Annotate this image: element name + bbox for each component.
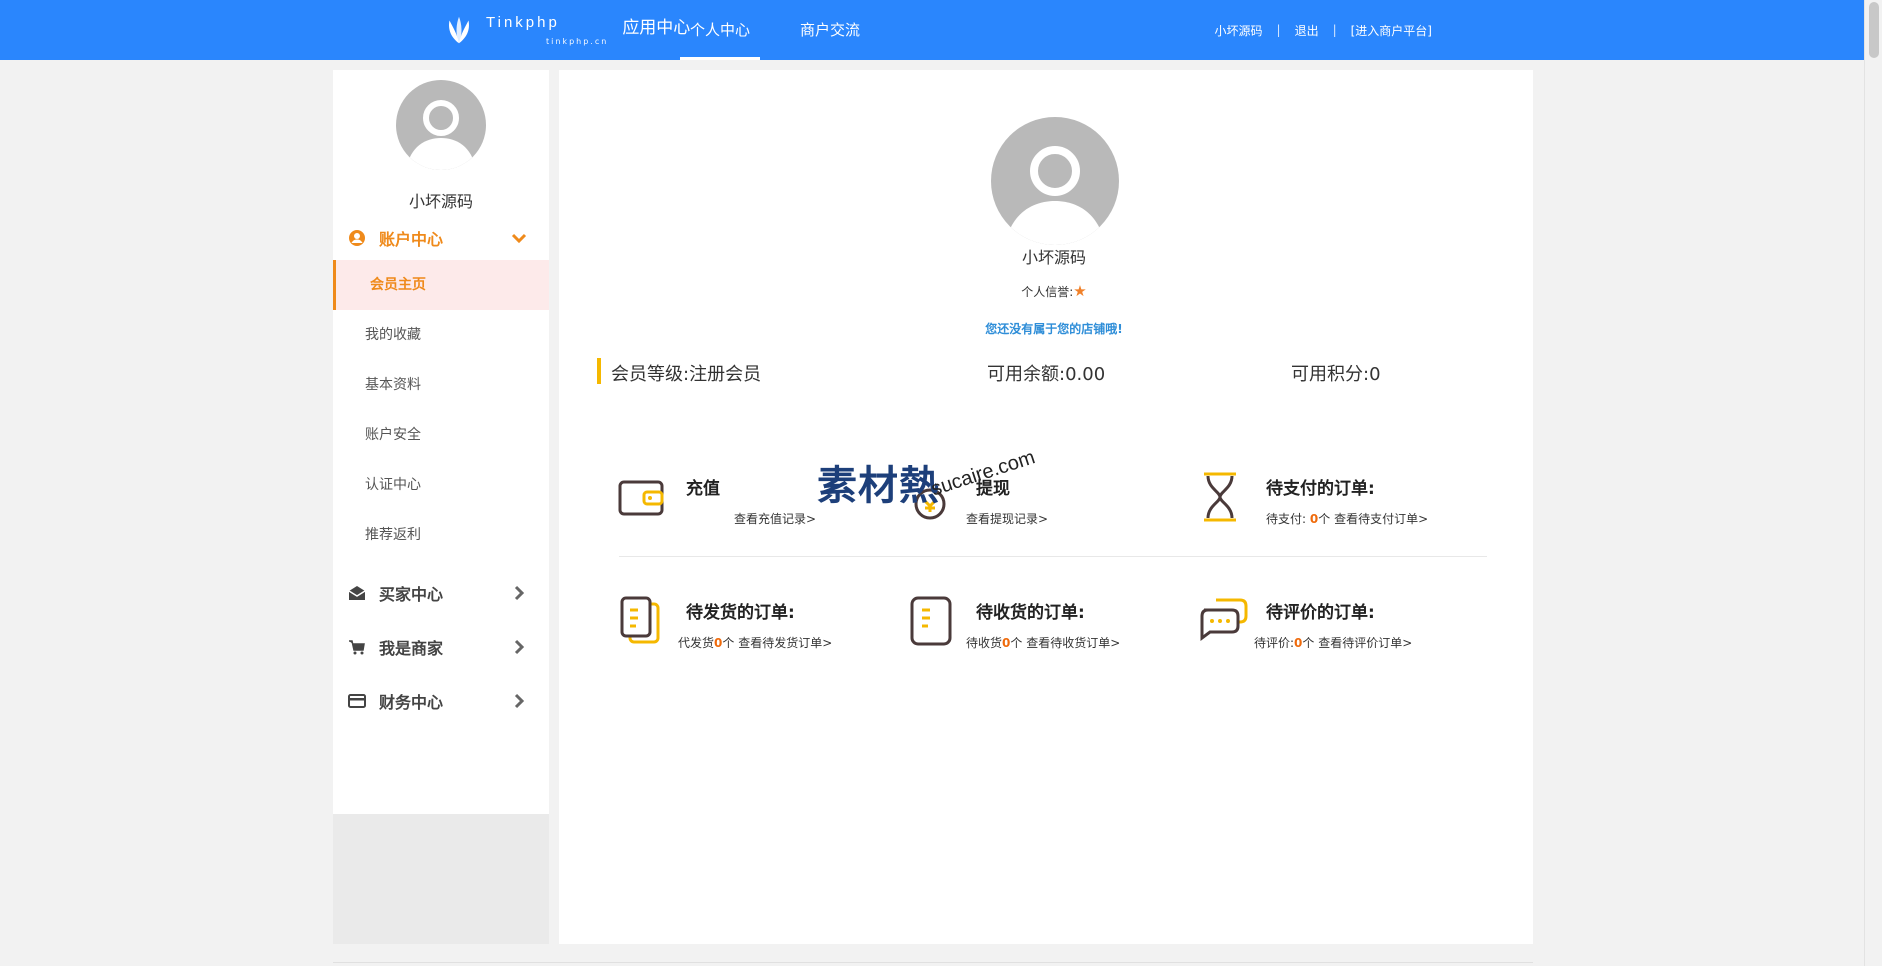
watermark-text: 素材熱	[817, 463, 940, 509]
hourglass-icon	[1204, 472, 1236, 522]
avatar[interactable]	[396, 80, 486, 170]
nav-personal-center[interactable]: 个人中心	[680, 0, 761, 60]
document-icon	[620, 596, 660, 644]
pending-pay-title: 待支付的订单:	[1266, 479, 1375, 499]
sidebar-item-basic-info[interactable]: 基本资料	[333, 360, 549, 410]
sidebar-username: 小坏源码	[408, 192, 473, 211]
pending-review-link[interactable]: 查看待评价订单>	[1318, 636, 1412, 650]
pending-ship-sub: 代发货0个 查看待发货订单>	[678, 634, 832, 651]
sidebar-group-label: 买家中心	[379, 585, 444, 604]
top-user-links: 小坏源码 | 退出 | [进入商户平台]	[1215, 0, 1433, 60]
sidebar-group-buyer[interactable]: 买家中心	[333, 575, 549, 611]
recharge-title: 充值	[686, 479, 720, 499]
pending-ship-unit: 个	[722, 636, 735, 650]
sidebar-item-referral[interactable]: 推荐返利	[333, 510, 549, 560]
chevron-down-icon	[511, 233, 527, 244]
profile-avatar[interactable]	[991, 117, 1119, 245]
sidebar-group-label: 财务中心	[379, 693, 444, 712]
sidebar-group-label: 我是商家	[379, 639, 444, 658]
watermark-url: sucaire.com	[928, 446, 1038, 501]
pending-review-sub: 待评价:0个 查看待评价订单>	[1254, 634, 1412, 651]
member-level: 会员等级:注册会员	[611, 364, 762, 385]
top-username-link[interactable]: 小坏源码	[1215, 22, 1263, 39]
pending-ship-title: 待发货的订单:	[686, 603, 795, 623]
pending-pay-card: 待支付的订单: 待支付: 0个 查看待支付订单>	[1196, 470, 1486, 540]
main-nav: 个人中心 商户交流	[680, 0, 900, 60]
sidebar-group-account[interactable]: 账户中心	[333, 220, 549, 256]
brand-name: Tinkphp	[486, 14, 560, 31]
chevron-right-icon	[514, 639, 525, 655]
sidebar-group-finance[interactable]: 财务中心	[333, 683, 549, 719]
separator: |	[1332, 23, 1337, 37]
pending-review-card: 待评价的订单: 待评价:0个 查看待评价订单>	[1196, 594, 1486, 664]
sidebar-group-label: 账户中心	[379, 230, 444, 249]
available-balance: 可用余额:0.00	[987, 364, 1106, 385]
pending-receive-link[interactable]: 查看待收货订单>	[1026, 636, 1120, 650]
divider	[619, 556, 1487, 557]
pending-pay-unit: 个	[1318, 512, 1331, 526]
star-icon: ★	[1073, 282, 1087, 300]
pending-review-unit: 个	[1302, 636, 1315, 650]
chevron-right-icon	[514, 585, 525, 601]
watermark: 素材熱 sucaire.com	[817, 446, 1067, 523]
pending-pay-sub: 待支付: 0个 查看待支付订单>	[1266, 510, 1428, 527]
pending-receive-card: 待收货的订单: 待收货0个 查看待收货订单>	[906, 594, 1196, 664]
credit-label: 个人信誉:	[1021, 285, 1074, 299]
top-header: Tinkphp tinkphp.cn 应用中心 个人中心 商户交流 小坏源码 |…	[0, 0, 1864, 60]
chat-bubble-icon	[1200, 598, 1248, 641]
pending-review-title: 待评价的订单:	[1266, 603, 1375, 623]
chevron-right-icon	[514, 693, 525, 709]
nav-merchant-exchange[interactable]: 商户交流	[790, 0, 870, 60]
pending-receive-prefix: 待收货	[966, 636, 1003, 650]
pending-ship-card: 待发货的订单: 代发货0个 查看待发货订单>	[616, 594, 906, 664]
merchant-platform-link[interactable]: [进入商户平台]	[1351, 22, 1432, 39]
site-logo[interactable]: Tinkphp tinkphp.cn 应用中心	[440, 8, 690, 52]
sidebar-item-member-home[interactable]: 会员主页	[333, 260, 549, 310]
recharge-records-link[interactable]: 查看充值记录>	[734, 512, 816, 526]
pending-receive-unit: 个	[1010, 636, 1023, 650]
sidebar-group-merchant[interactable]: 我是商家	[333, 629, 549, 665]
pending-receive-title: 待收货的订单:	[976, 603, 1085, 623]
sidebar-item-account-security[interactable]: 账户安全	[333, 410, 549, 460]
receipt-icon	[910, 596, 952, 646]
logout-link[interactable]: 退出	[1295, 22, 1319, 39]
user-circle-icon	[347, 228, 367, 248]
no-shop-note[interactable]: 您还没有属于您的店铺哦!	[559, 320, 1549, 337]
sidebar-item-verification[interactable]: 认证中心	[333, 460, 549, 510]
pending-ship-prefix: 代发货	[678, 636, 715, 650]
wallet-icon	[618, 480, 664, 516]
separator: |	[1276, 23, 1281, 37]
page-scrollbar[interactable]	[1864, 0, 1882, 966]
pending-pay-count: 0	[1309, 512, 1319, 526]
sidebar: 小坏源码 账户中心 会员主页 我的收藏 基本资料 账户安全 认证中心 推荐返利 …	[333, 70, 549, 814]
profile-credit: 个人信誉:★	[559, 282, 1549, 300]
lotus-logo-icon	[449, 16, 469, 44]
brand-domain: tinkphp.cn	[546, 37, 609, 46]
envelope-open-icon	[347, 583, 367, 603]
pending-receive-sub: 待收货0个 查看待收货订单>	[966, 634, 1120, 651]
pending-ship-link[interactable]: 查看待发货订单>	[738, 636, 832, 650]
recharge-sub: 查看充值记录>	[734, 510, 816, 527]
stats-accent-bar	[597, 358, 601, 384]
available-points: 可用积分:0	[1291, 364, 1381, 385]
scrollbar-thumb[interactable]	[1869, 2, 1879, 58]
pending-pay-prefix: 待支付:	[1266, 512, 1307, 526]
footer-divider	[333, 962, 1533, 963]
sidebar-item-favorites[interactable]: 我的收藏	[333, 310, 549, 360]
account-stats: 会员等级:注册会员 可用余额:0.00 可用积分:0	[597, 358, 1497, 385]
profile-name: 小坏源码	[1021, 248, 1086, 267]
cart-icon	[347, 637, 367, 657]
credit-card-icon	[347, 691, 367, 711]
pending-review-prefix: 待评价:	[1254, 636, 1295, 650]
pending-pay-link[interactable]: 查看待支付订单>	[1334, 512, 1428, 526]
user-avatar-icon	[406, 100, 476, 170]
sidebar-spacer	[333, 814, 549, 944]
user-avatar-icon	[1005, 146, 1105, 245]
